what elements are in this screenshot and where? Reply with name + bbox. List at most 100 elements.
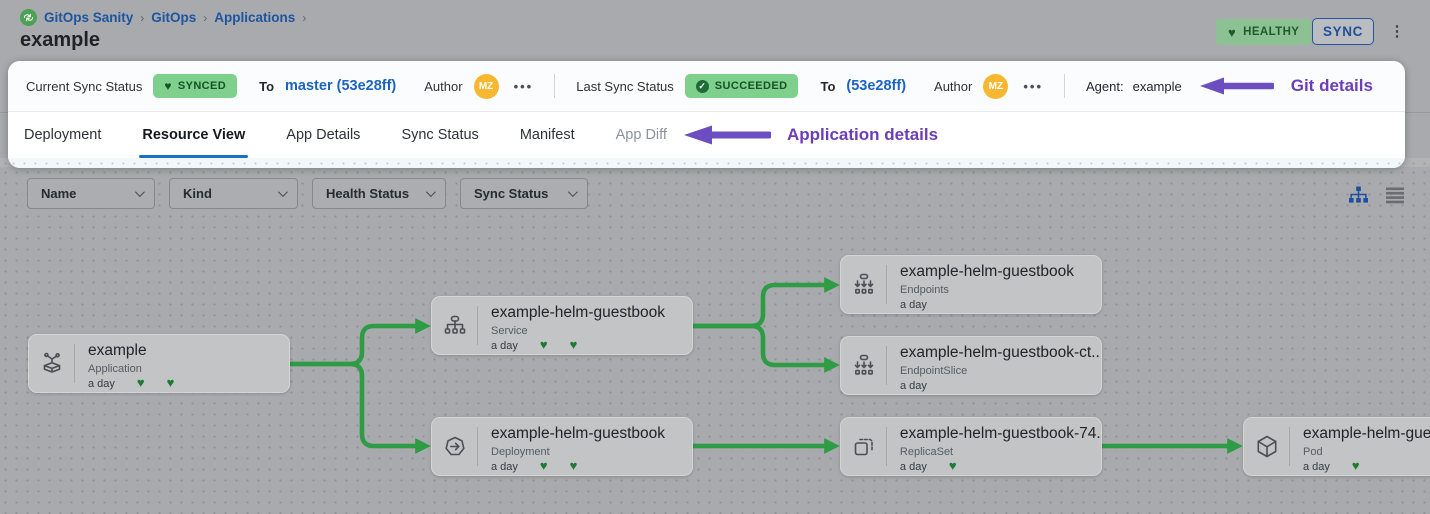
tab-app-details[interactable]: App Details [286, 112, 360, 158]
current-revision-link[interactable]: master (53e28ff) [285, 78, 396, 94]
node-service-example-helm-guestbook[interactable]: example-helm-guestbook Service a day♥♥ [431, 296, 693, 355]
tab-resource-view[interactable]: Resource View [142, 112, 245, 158]
succeeded-badge-label: SUCCEEDED [715, 80, 788, 92]
endpointslice-icon [841, 337, 886, 394]
current-to-label: To [259, 79, 274, 94]
last-sync-status-label: Last Sync Status [576, 79, 674, 94]
list-view-icon[interactable] [1384, 184, 1406, 206]
health-hearts: ♥ [927, 461, 957, 473]
node-name: example-helm-guestbook [491, 304, 665, 322]
git-details-annotation: Git details [1196, 75, 1373, 97]
node-name: example-helm-guestbook [900, 263, 1074, 281]
current-sync-status-label: Current Sync Status [26, 79, 142, 94]
app-details-panel: Current Sync Status ♥ SYNCED To master (… [8, 61, 1405, 168]
breadcrumb-separator: › [302, 11, 306, 25]
breadcrumb-link-applications[interactable]: Applications [214, 10, 295, 25]
health-badge-label: HEALTHY [1243, 26, 1299, 38]
check-circle-icon: ✓ [696, 80, 709, 93]
node-kind: EndpointSlice [900, 365, 1093, 377]
heart-icon: ♥ [164, 79, 172, 93]
author-avatar: MZ [474, 74, 499, 99]
node-kind: Application [88, 363, 174, 375]
health-status-filter-dropdown[interactable]: Health Status [312, 178, 446, 209]
chevron-down-icon [426, 187, 436, 197]
tab-manifest[interactable]: Manifest [520, 112, 575, 158]
heart-icon: ♥ [137, 375, 145, 390]
last-revision-link[interactable]: (53e28ff) [846, 78, 906, 94]
node-kind: Pod [1303, 446, 1430, 458]
git-details-annotation-text: Git details [1291, 76, 1373, 96]
application-details-annotation-text: Application details [787, 125, 938, 145]
node-kind: ReplicaSet [900, 446, 1093, 458]
node-age: a day [491, 340, 518, 352]
node-name: example-helm-guestbook-ct... [900, 344, 1093, 362]
synced-badge: ♥ SYNCED [153, 74, 237, 98]
gitops-app-screen: GitOps Sanity › GitOps › Applications › … [0, 0, 1430, 514]
kind-filter-dropdown[interactable]: Kind [169, 178, 298, 209]
node-endpoints-example-helm-guestbook[interactable]: example-helm-guestbook Endpoints a day [840, 255, 1102, 314]
breadcrumb-separator: › [140, 11, 144, 25]
node-name: example [88, 342, 174, 360]
tab-deployment[interactable]: Deployment [24, 112, 101, 158]
tab-app-diff[interactable]: App Diff [616, 112, 667, 158]
heart-icon: ♥ [570, 337, 578, 352]
node-replicaset-example-helm-guestbook-74[interactable]: example-helm-guestbook-74... ReplicaSet … [840, 417, 1102, 476]
node-application-example[interactable]: example Application a day ♥ ♥ [28, 334, 290, 393]
purple-arrow-left-icon [1196, 75, 1274, 97]
node-name: example-helm-guest [1303, 425, 1430, 443]
pod-icon [1244, 418, 1289, 475]
node-kind: Service [491, 325, 665, 337]
kebab-menu-icon[interactable]: ⋮ [1389, 20, 1405, 44]
tab-sync-status[interactable]: Sync Status [401, 112, 478, 158]
sync-status-filter-label: Sync Status [474, 186, 548, 201]
health-hearts: ♥♥ [518, 340, 577, 352]
node-age: a day [900, 461, 927, 473]
author-avatar: MZ [983, 74, 1008, 99]
node-name: example-helm-guestbook [491, 425, 665, 443]
node-pod-example-helm-guest[interactable]: example-helm-guest Pod a day ♥ [1243, 417, 1430, 476]
replicaset-icon [841, 418, 886, 475]
heart-icon: ♥ [167, 375, 175, 390]
purple-arrow-left-icon [679, 123, 771, 147]
breadcrumb-link-gitops[interactable]: GitOps [151, 10, 196, 25]
node-age: a day [900, 299, 927, 311]
sync-status-filter-dropdown[interactable]: Sync Status [460, 178, 588, 209]
synced-badge-label: SYNCED [178, 80, 226, 92]
kind-filter-label: Kind [183, 186, 212, 201]
sync-button[interactable]: SYNC [1312, 18, 1374, 45]
node-age: a day [491, 461, 518, 473]
more-options-icon[interactable]: ••• [1023, 79, 1043, 94]
heart-icon: ♥ [949, 458, 957, 473]
application-details-annotation: Application details [679, 123, 938, 147]
last-author-label: Author [934, 79, 972, 94]
section-divider [1064, 74, 1065, 98]
node-endpointslice-example-helm-guestbook-ct[interactable]: example-helm-guestbook-ct... EndpointSli… [840, 336, 1102, 395]
health-hearts: ♥ [1330, 461, 1360, 473]
application-icon [29, 335, 74, 392]
health-status-badge: ♥ HEALTHY [1216, 19, 1311, 45]
name-filter-dropdown[interactable]: Name [27, 178, 155, 209]
heart-icon: ♥ [1228, 25, 1236, 40]
node-age: a day [1303, 461, 1330, 473]
node-age: a day [900, 380, 927, 392]
node-age: a day [88, 378, 115, 390]
endpoints-icon [841, 256, 886, 313]
heart-icon: ♥ [1352, 458, 1360, 473]
agent-value: example [1133, 79, 1182, 94]
section-divider [554, 74, 555, 98]
breadcrumb-separator: › [203, 11, 207, 25]
chevron-down-icon [135, 187, 145, 197]
more-options-icon[interactable]: ••• [514, 79, 534, 94]
node-deployment-example-helm-guestbook[interactable]: example-helm-guestbook Deployment a day♥… [431, 417, 693, 476]
breadcrumb-link-gitops-sanity[interactable]: GitOps Sanity [44, 10, 133, 25]
chevron-down-icon [568, 187, 578, 197]
tree-view-icon[interactable] [1347, 184, 1369, 206]
succeeded-badge: ✓ SUCCEEDED [685, 74, 799, 98]
deployment-icon [432, 418, 477, 475]
last-to-label: To [820, 79, 835, 94]
health-status-filter-label: Health Status [326, 186, 409, 201]
name-filter-label: Name [41, 186, 76, 201]
node-kind: Deployment [491, 446, 665, 458]
chevron-down-icon [278, 187, 288, 197]
node-kind: Endpoints [900, 284, 1074, 296]
